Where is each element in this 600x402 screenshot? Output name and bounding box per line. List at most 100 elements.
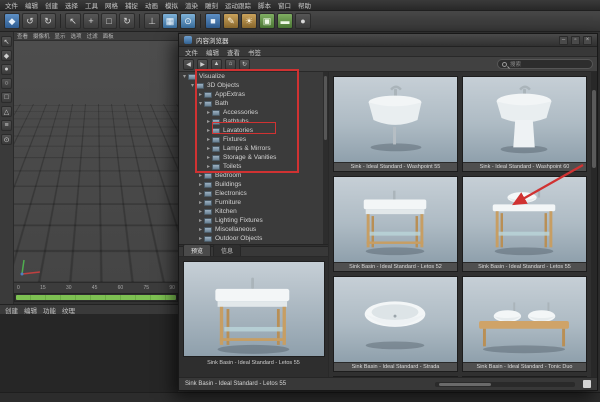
tree-item-bathtubs[interactable]: ▸Bathtubs [179,117,328,126]
float-window-icon[interactable]: ▫ [571,36,580,45]
rotate-tool-icon[interactable]: ↻ [119,13,135,29]
tree-item-toilets[interactable]: ▸Toilets [179,162,328,171]
asset-thumbnail[interactable]: Sink - Ideal Standard - Washpoint 60 [462,76,587,172]
scale-tool-icon[interactable]: □ [101,13,117,29]
expander-icon[interactable]: ▸ [197,190,204,197]
menu-file[interactable]: 文件 [5,0,18,10]
thumbnail-scrollbar[interactable] [591,72,597,377]
catalog-tree[interactable]: ▾Visualize ▾3D Objects ▸AppExtras ▾Bath … [179,72,328,244]
material-icon[interactable]: ● [295,13,311,29]
point-mode-icon[interactable]: ○ [1,78,12,89]
menu-animate[interactable]: 动画 [145,0,158,10]
model-mode-icon[interactable]: ◆ [1,50,12,61]
render-settings-icon[interactable]: ⊙ [180,13,196,29]
menu-simulate[interactable]: 模拟 [165,0,178,10]
minimize-icon[interactable]: – [559,36,568,45]
content-browser-title-bar[interactable]: 内容浏览器 – ▫ × [179,34,597,47]
close-icon[interactable]: × [583,36,592,45]
viewport-menu-view[interactable]: 查看 [17,32,28,40]
floor-icon[interactable]: ▬ [277,13,293,29]
menu-sculpt[interactable]: 雕刻 [205,0,218,10]
redo-icon[interactable]: ↻ [40,13,56,29]
expander-icon[interactable]: ▸ [197,226,204,233]
expander-icon[interactable]: ▸ [197,235,204,242]
texture-mode-icon[interactable]: ● [1,64,12,75]
tab-info[interactable]: 信息 [213,244,241,256]
tree-item-kitchen[interactable]: ▸Kitchen [179,207,328,216]
tab-preview[interactable]: 预览 [183,244,211,256]
tree-item-3d-objects[interactable]: ▾3D Objects [179,81,328,90]
menu-motion-tracker[interactable]: 运动跟踪 [225,0,251,10]
asset-thumbnail[interactable]: Sink - Ideal Standard - Washpoint 55 [333,76,458,172]
home-icon[interactable]: ⌂ [225,59,236,70]
menu-script[interactable]: 脚本 [258,0,271,10]
timeline-range-fill[interactable] [16,295,176,300]
window-resize-grip[interactable] [583,380,591,388]
select-mode-icon[interactable]: ↖ [1,36,12,47]
menu-help[interactable]: 帮助 [298,0,311,10]
render-view-icon[interactable]: ▦ [162,13,178,29]
primitive-cube-icon[interactable]: ■ [205,13,221,29]
move-tool-icon[interactable]: + [83,13,99,29]
tree-item-fixtures[interactable]: ▸Fixtures [179,135,328,144]
viewport-menu-options[interactable]: 选项 [71,32,82,40]
search-input[interactable]: 搜索 [497,59,593,69]
expander-icon[interactable]: ▸ [205,136,212,143]
live-selection-icon[interactable]: ↖ [65,13,81,29]
tree-item-lamps-mirrors[interactable]: ▸Lamps & Mirrors [179,144,328,153]
spline-pen-icon[interactable]: ✎ [223,13,239,29]
light-icon[interactable]: ☀ [241,13,257,29]
menu-select[interactable]: 选择 [65,0,78,10]
viewport[interactable]: 查看 摄像机 显示 选项 过滤 面板 [14,32,178,282]
horizontal-scrollbar[interactable] [435,382,575,387]
viewport-menu-panel[interactable]: 面板 [103,32,114,40]
material-menu-texture[interactable]: 纹理 [62,305,75,315]
browser-menu-file[interactable]: 文件 [185,47,198,57]
tree-item-appextras[interactable]: ▸AppExtras [179,90,328,99]
expander-icon[interactable]: ▸ [205,118,212,125]
browser-menu-view[interactable]: 查看 [227,47,240,57]
up-icon[interactable]: ▲ [211,59,222,70]
camera-icon[interactable]: ▣ [259,13,275,29]
menu-window[interactable]: 窗口 [278,0,291,10]
expander-icon[interactable]: ▸ [197,208,204,215]
expander-icon[interactable]: ▸ [205,163,212,170]
tree-item-lighting-fixtures[interactable]: ▸Lighting Fixtures [179,216,328,225]
expander-icon[interactable]: ▾ [189,82,196,89]
polygon-mode-icon[interactable]: △ [1,106,12,117]
tree-item-bath[interactable]: ▾Bath [179,99,328,108]
material-menu-function[interactable]: 功能 [43,305,56,315]
edge-mode-icon[interactable]: □ [1,92,12,103]
asset-thumbnail[interactable]: Sink Basin - Ideal Standard - Letos 52 [333,176,458,272]
back-icon[interactable]: ◀ [183,59,194,70]
tree-item-visualize[interactable]: ▾Visualize [179,72,328,81]
menu-snap[interactable]: 捕捉 [125,0,138,10]
expander-icon[interactable]: ▸ [205,127,212,134]
tree-item-lavatories[interactable]: ▸Lavatories [179,126,328,135]
refresh-icon[interactable]: ↻ [239,59,250,70]
asset-thumbnail[interactable]: Sink Basin - Ideal Standard - Strada [333,276,458,372]
viewport-menu-filter[interactable]: 过滤 [87,32,98,40]
coordinate-system-icon[interactable]: ⊥ [144,13,160,29]
snap-mode-icon[interactable]: ⊙ [1,134,12,145]
browser-menu-bookmarks[interactable]: 书签 [248,47,261,57]
viewport-canvas[interactable] [14,41,178,282]
workplane-mode-icon[interactable]: ≡ [1,120,12,131]
tree-item-miscellaneous[interactable]: ▸Miscellaneous [179,225,328,234]
asset-thumbnail[interactable]: Sink Basin - Ideal Standard - Tonic Duo [462,276,587,372]
tree-scrollbar[interactable] [323,72,328,244]
expander-icon[interactable]: ▸ [205,109,212,116]
browser-menu-edit[interactable]: 编辑 [206,47,219,57]
menu-tools[interactable]: 工具 [85,0,98,10]
forward-icon[interactable]: ▶ [197,59,208,70]
material-menu-edit[interactable]: 编辑 [24,305,37,315]
tree-item-bedroom[interactable]: ▸Bedroom [179,171,328,180]
expander-icon[interactable]: ▸ [197,172,204,179]
expander-icon[interactable]: ▸ [197,199,204,206]
material-menu-create[interactable]: 创建 [5,305,18,315]
tree-item-buildings[interactable]: ▸Buildings [179,180,328,189]
menu-edit[interactable]: 编辑 [25,0,38,10]
menu-render[interactable]: 渲染 [185,0,198,10]
expander-icon[interactable]: ▾ [181,73,188,80]
viewport-menu-cameras[interactable]: 摄像机 [33,32,50,40]
